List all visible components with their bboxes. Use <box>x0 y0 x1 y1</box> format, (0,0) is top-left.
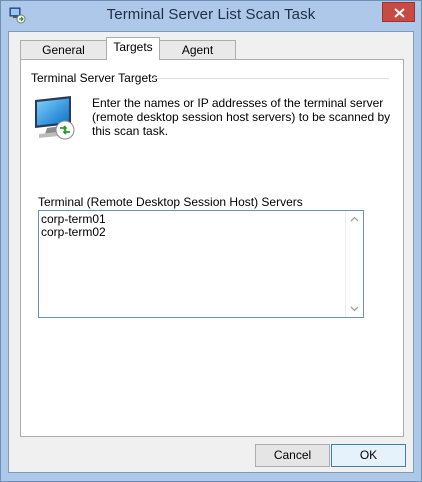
dialog-client-area: General Settings Targets Agent Settings … <box>8 31 414 473</box>
servers-label: Terminal (Remote Desktop Session Host) S… <box>38 195 303 209</box>
close-button[interactable] <box>382 2 415 22</box>
tab-label: Targets <box>113 40 153 54</box>
servers-textarea[interactable]: corp-term01 corp-term02 <box>38 210 364 318</box>
scroll-down-arrow-icon[interactable] <box>350 304 359 313</box>
remote-desktop-monitor-icon <box>27 92 81 146</box>
ok-button[interactable]: OK <box>331 444 406 467</box>
vertical-scrollbar[interactable] <box>345 211 363 317</box>
targets-tab-panel: Terminal Server Targets Enter the names … <box>20 59 404 437</box>
description-text: Enter the names or IP addresses of the t… <box>92 96 391 138</box>
tab-general-settings[interactable]: General Settings <box>20 40 107 75</box>
cancel-button[interactable]: Cancel <box>255 444 330 467</box>
scroll-up-arrow-icon[interactable] <box>350 215 359 224</box>
close-icon <box>394 8 405 18</box>
tab-targets[interactable]: Targets <box>106 37 160 60</box>
tab-agent-settings[interactable]: Agent Settings <box>159 40 236 75</box>
group-divider <box>151 78 389 79</box>
window-title: Terminal Server List Scan Task <box>106 6 316 23</box>
server-entry: corp-term02 <box>41 225 106 239</box>
servers-list: corp-term01 corp-term02 <box>41 213 106 239</box>
dialog-window: Terminal Server List Scan Task General S… <box>0 0 422 482</box>
title-bar[interactable]: Terminal Server List Scan Task <box>1 1 421 31</box>
group-title: Terminal Server Targets <box>31 71 158 85</box>
